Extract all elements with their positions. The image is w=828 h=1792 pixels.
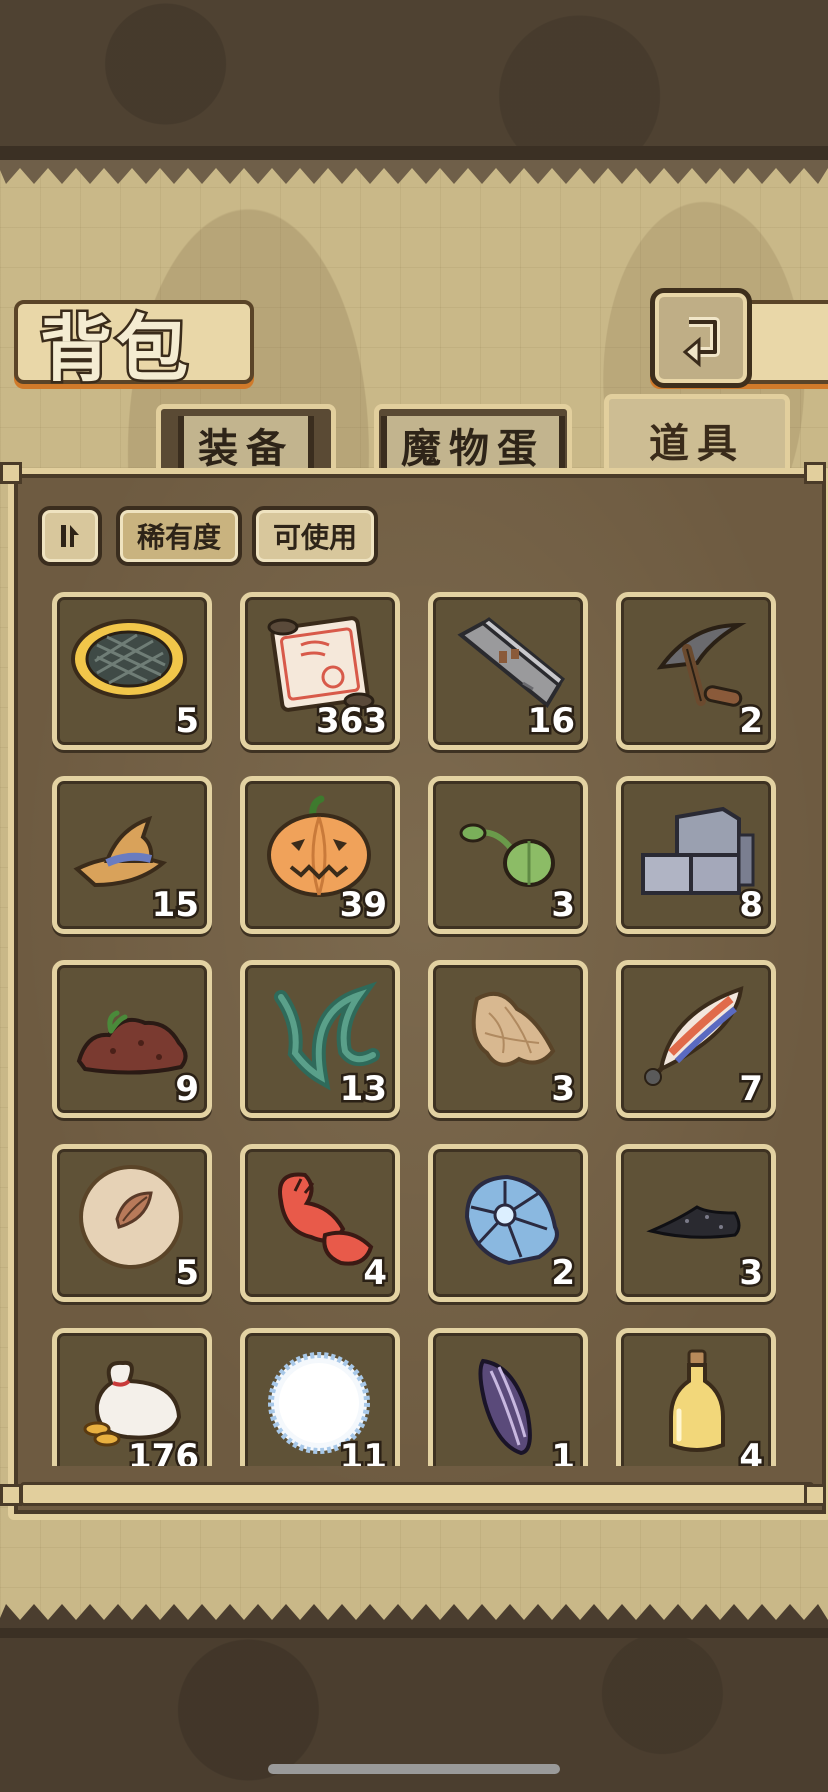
top-border-trim <box>0 146 828 160</box>
panel-corner <box>0 462 22 484</box>
item-grid[interactable]: 5 363 16 2 15 39 3 8 9 13 3 7 5 4 2 3 17… <box>30 580 798 1466</box>
bottom-zigzag-edge <box>0 1604 828 1628</box>
item-slot[interactable]: 7 <box>616 960 776 1118</box>
item-count: 1 <box>549 1435 578 1467</box>
item-count: 15 <box>149 883 201 928</box>
item-slot[interactable]: 16 <box>428 592 588 750</box>
item-count: 9 <box>173 1067 202 1112</box>
filter-usable-button[interactable]: 可使用 <box>252 506 378 566</box>
item-slot[interactable]: 4 <box>240 1144 400 1302</box>
item-slot[interactable]: 9 <box>52 960 212 1118</box>
item-slot[interactable]: 363 <box>240 592 400 750</box>
panel-corner <box>804 1484 826 1506</box>
item-slot[interactable]: 3 <box>428 776 588 934</box>
item-slot[interactable]: 39 <box>240 776 400 934</box>
item-slot[interactable]: 15 <box>52 776 212 934</box>
item-slot[interactable]: 5 <box>52 1144 212 1302</box>
item-count: 7 <box>737 1067 766 1112</box>
top-zigzag-edge <box>0 160 828 184</box>
item-slot[interactable]: 1 <box>428 1328 588 1466</box>
item-count: 3 <box>549 1067 578 1112</box>
sort-icon <box>61 525 79 547</box>
item-slot[interactable]: 13 <box>240 960 400 1118</box>
item-slot[interactable]: 3 <box>616 1144 776 1302</box>
panel-corner <box>0 1484 22 1506</box>
bottom-border-trim <box>0 1628 828 1638</box>
back-button[interactable] <box>650 288 752 388</box>
filter-rarity-button[interactable]: 稀有度 <box>116 506 242 566</box>
item-count: 13 <box>337 1067 389 1112</box>
item-count: 5 <box>173 1251 202 1296</box>
item-count: 2 <box>737 699 766 744</box>
item-slot[interactable]: 5 <box>52 592 212 750</box>
item-slot[interactable]: 176 <box>52 1328 212 1466</box>
item-count: 4 <box>737 1435 766 1467</box>
item-slot[interactable]: 8 <box>616 776 776 934</box>
top-map-band <box>0 0 828 160</box>
panel-corner <box>804 462 826 484</box>
return-arrow-icon <box>682 317 720 368</box>
item-slot[interactable]: 3 <box>428 960 588 1118</box>
item-slot[interactable]: 11 <box>240 1328 400 1466</box>
item-slot[interactable]: 4 <box>616 1328 776 1466</box>
item-count: 16 <box>525 699 577 744</box>
item-count: 8 <box>737 883 766 928</box>
item-count: 176 <box>126 1435 202 1467</box>
tab-label: 道具 <box>649 421 745 467</box>
panel-bottom-rail <box>20 1482 814 1506</box>
home-indicator[interactable] <box>268 1764 560 1774</box>
item-count: 4 <box>361 1251 390 1296</box>
item-count: 3 <box>737 1251 766 1296</box>
tab-label: 装备 <box>178 416 314 474</box>
item-count: 3 <box>549 883 578 928</box>
item-slot[interactable]: 2 <box>428 1144 588 1302</box>
item-count: 363 <box>314 699 390 744</box>
page-title: 背包 <box>37 304 193 394</box>
tab-label: 魔物蛋 <box>381 416 565 474</box>
item-slot[interactable]: 2 <box>616 592 776 750</box>
item-count: 2 <box>549 1251 578 1296</box>
item-count: 11 <box>337 1435 389 1467</box>
item-count: 39 <box>337 883 389 928</box>
sort-order-button[interactable] <box>38 506 102 566</box>
item-count: 5 <box>173 699 202 744</box>
